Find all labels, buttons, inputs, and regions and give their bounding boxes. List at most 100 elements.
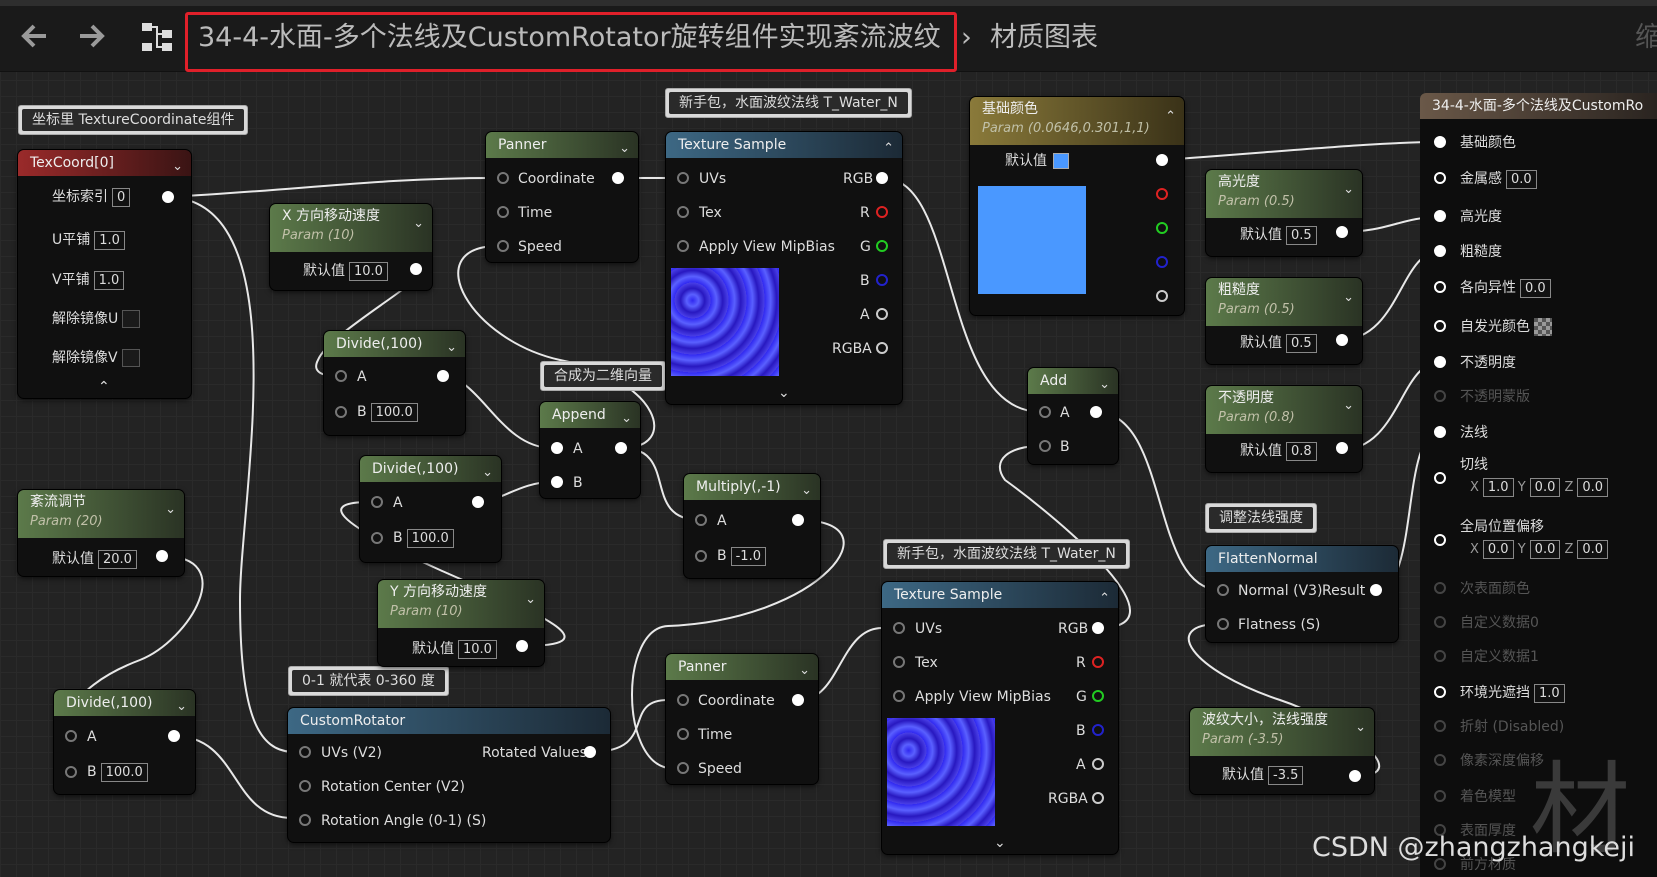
pin-divide2-out[interactable] (472, 496, 484, 508)
node-header[interactable]: Divide(,100) ⌄ (324, 331, 465, 357)
multiply-b-value[interactable]: -1.0 (730, 547, 766, 566)
pin-tex1-a[interactable] (876, 308, 888, 320)
pin-rotator-center[interactable] (299, 780, 311, 792)
node-header[interactable]: Panner ⌄ (666, 654, 818, 680)
pin-tex1-b[interactable] (876, 274, 888, 286)
chevron-down-icon[interactable]: ⌄ (172, 154, 183, 176)
node-header[interactable]: 不透明度 Param (0.8) ⌄ (1206, 386, 1362, 434)
pin-wave-out[interactable] (1349, 770, 1361, 782)
node-header[interactable]: 紊流调节 Param (20) ⌄ (18, 490, 184, 538)
pin-flatten-normal[interactable] (1217, 584, 1229, 596)
yspeed-value[interactable]: 10.0 (458, 640, 497, 659)
chevron-up-icon[interactable]: ⌃ (1099, 586, 1110, 608)
chevron-down-icon[interactable]: ⌄ (1355, 720, 1366, 735)
pin-divide2-a[interactable] (371, 496, 383, 508)
node-header[interactable]: FlattenNormal (1206, 546, 1398, 572)
mirror-u-checkbox[interactable] (122, 310, 141, 328)
pin-flatten-flatness[interactable] (1217, 618, 1229, 630)
node-title[interactable]: 34-4-水面-多个法线及CustomRo (1420, 93, 1657, 119)
opacity-value[interactable]: 0.8 (1286, 442, 1317, 461)
node-header[interactable]: 波纹大小，法线强度 Param (-3.5) ⌄ (1190, 708, 1374, 756)
comment-water1[interactable]: 新手包，水面波纹法线 T_Water_N (665, 88, 912, 118)
wpo-y[interactable]: 0.0 (1529, 540, 1561, 559)
pin-multiply-b[interactable] (695, 550, 707, 562)
pin-panner2-out[interactable] (792, 694, 804, 706)
pin-panner2-time[interactable] (677, 728, 689, 740)
chevron-down-icon[interactable]: ⌄ (525, 592, 536, 607)
pin-divide2-b[interactable] (371, 532, 383, 544)
chevron-down-icon[interactable]: ⌄ (1343, 182, 1354, 197)
pin-result-opacity[interactable] (1434, 356, 1446, 368)
pin-divide1-out[interactable] (437, 370, 449, 382)
pin-tex2-mip[interactable] (893, 690, 905, 702)
pin-xspeed-out[interactable] (410, 263, 422, 275)
pin-yspeed-out[interactable] (516, 640, 528, 652)
comment-append[interactable]: 合成为二维向量 (540, 361, 666, 391)
pin-basecolor-a[interactable] (1156, 290, 1168, 302)
chevron-down-icon[interactable]: ⌄ (621, 406, 632, 428)
pin-result-metallic[interactable] (1434, 172, 1446, 184)
node-header[interactable]: Multiply(,-1) ⌄ (684, 474, 820, 500)
pin-add-b[interactable] (1039, 440, 1051, 452)
node-header[interactable]: Divide(,100) ⌄ (54, 690, 195, 716)
pin-result-emissive[interactable] (1434, 320, 1446, 332)
node-header[interactable]: Append ⌄ (540, 402, 640, 428)
wave-value[interactable]: -3.5 (1268, 766, 1304, 785)
v-value[interactable]: 1.0 (93, 271, 125, 290)
pin-panner1-speed[interactable] (497, 240, 509, 252)
node-header[interactable]: TexCoord[0] ⌄ (18, 150, 191, 176)
pin-tex2-a[interactable] (1092, 758, 1104, 770)
u-value[interactable]: 1.0 (94, 231, 125, 250)
index-value[interactable]: 0 (112, 188, 131, 207)
pin-append-out[interactable] (615, 442, 627, 454)
pin-divide3-out[interactable] (168, 730, 180, 742)
node-header[interactable]: Texture Sample ⌃ (882, 582, 1118, 608)
comment-rotator[interactable]: 0-1 就代表 0-360 度 (288, 666, 449, 696)
pin-flatten-out[interactable] (1370, 584, 1382, 596)
pin-tex2-uvs[interactable] (893, 622, 905, 634)
pin-panner1-out[interactable] (612, 172, 624, 184)
divide3-b-value[interactable]: 100.0 (100, 763, 148, 782)
pin-rotator-out[interactable] (584, 746, 596, 758)
pin-panner2-coord[interactable] (677, 694, 689, 706)
chevron-down-icon[interactable]: ⌄ (176, 694, 187, 716)
node-header[interactable]: 高光度 Param (0.5) ⌄ (1206, 170, 1362, 218)
chevron-up-icon[interactable]: ⌃ (98, 378, 110, 396)
comment-water2[interactable]: 新手包，水面波纹法线 T_Water_N (883, 539, 1130, 569)
pin-panner2-speed[interactable] (677, 762, 689, 774)
pin-divide3-b[interactable] (65, 766, 77, 778)
pin-tex2-b[interactable] (1092, 724, 1104, 736)
ao-value[interactable]: 1.0 (1534, 684, 1565, 703)
chevron-down-icon[interactable]: ⌄ (778, 384, 790, 402)
pin-rotator-uvs[interactable] (299, 746, 311, 758)
pin-append-b[interactable] (551, 476, 563, 488)
chevron-down-icon[interactable]: ⌄ (801, 478, 812, 500)
pin-result-specular[interactable] (1434, 210, 1446, 222)
wpo-z[interactable]: 0.0 (1577, 540, 1609, 559)
chevron-up-icon[interactable]: ⌃ (1165, 109, 1176, 124)
tangent-y[interactable]: 0.0 (1529, 478, 1561, 497)
specular-value[interactable]: 0.5 (1286, 226, 1317, 245)
pin-add-out[interactable] (1090, 406, 1102, 418)
pin-specular-out[interactable] (1336, 226, 1348, 238)
wpo-x[interactable]: 0.0 (1482, 540, 1514, 559)
pin-divide1-a[interactable] (335, 370, 347, 382)
pin-result-normal[interactable] (1434, 426, 1446, 438)
pin-basecolor-r[interactable] (1156, 188, 1168, 200)
pin-tex2-r[interactable] (1092, 656, 1104, 668)
pin-tex2-tex[interactable] (893, 656, 905, 668)
mirror-v-checkbox[interactable] (121, 349, 140, 367)
pin-tex1-mip[interactable] (677, 240, 689, 252)
node-header[interactable]: CustomRotator (288, 708, 610, 734)
chevron-up-icon[interactable]: ⌃ (883, 136, 894, 158)
roughness-value[interactable]: 0.5 (1286, 334, 1317, 353)
node-header[interactable]: Texture Sample ⌃ (666, 132, 902, 158)
tangent-z[interactable]: 0.0 (1577, 478, 1609, 497)
node-header[interactable]: 基础颜色 Param (0.0646,0.301,1,1) ⌃ (970, 97, 1184, 145)
pin-basecolor-rgb[interactable] (1156, 154, 1168, 166)
pin-rotator-angle[interactable] (299, 814, 311, 826)
node-header[interactable]: Add ⌄ (1028, 368, 1118, 394)
pin-panner1-time[interactable] (497, 206, 509, 218)
pin-basecolor-b[interactable] (1156, 256, 1168, 268)
metallic-value[interactable]: 0.0 (1506, 170, 1537, 189)
